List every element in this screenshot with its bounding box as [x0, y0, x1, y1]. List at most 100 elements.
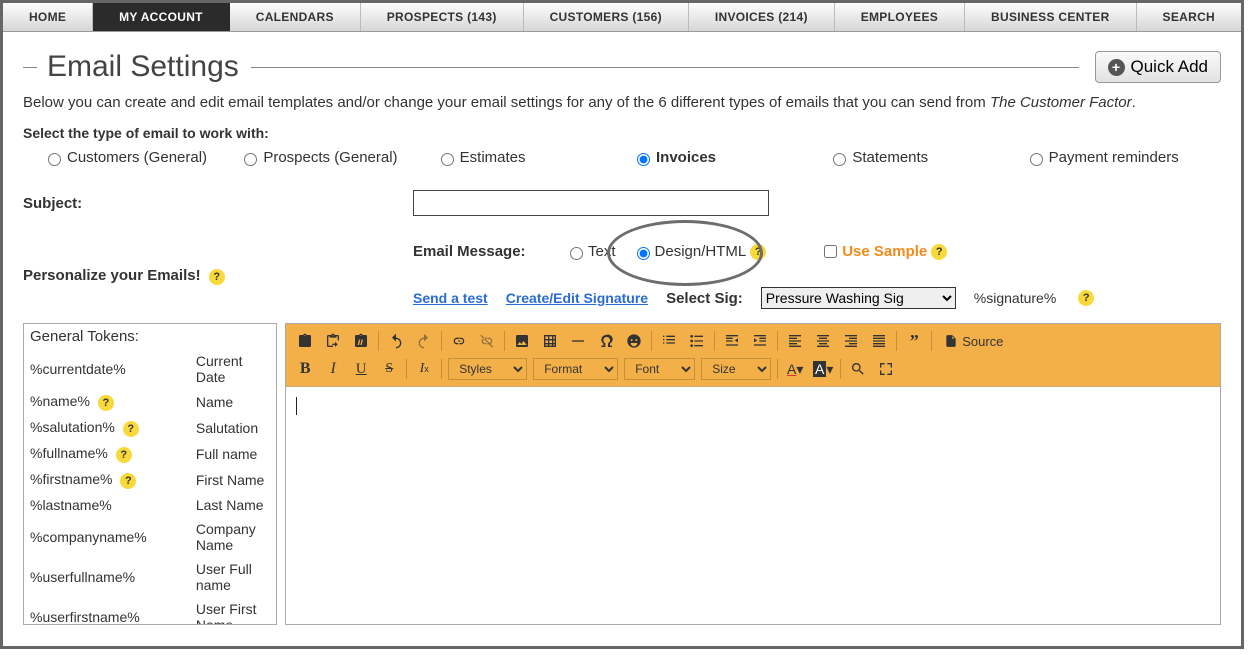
text-caret — [296, 397, 297, 415]
help-icon[interactable]: ? — [750, 244, 766, 260]
underline-button[interactable]: U — [350, 358, 372, 380]
nav-prospects[interactable]: PROSPECTS (143) — [361, 3, 524, 31]
token-desc: Company Name — [190, 517, 276, 557]
use-sample-checkbox[interactable]: Use Sample ? — [820, 242, 947, 261]
email-type-label: Select the type of email to work with: — [3, 125, 1241, 149]
help-icon[interactable]: ? — [209, 269, 225, 285]
paste-icon[interactable] — [294, 330, 316, 352]
indent-icon[interactable] — [749, 330, 771, 352]
align-right-icon[interactable] — [840, 330, 862, 352]
maximize-icon[interactable] — [875, 358, 897, 380]
send-test-link[interactable]: Send a test — [413, 290, 488, 306]
type-customers[interactable]: Customers (General) — [43, 149, 219, 166]
format-select[interactable]: Format — [533, 358, 618, 380]
format-text[interactable]: Text — [565, 243, 616, 260]
token-row[interactable]: %name% ?Name — [24, 389, 276, 415]
nav-calendars[interactable]: CALENDARS — [230, 3, 361, 31]
page-title: Email Settings — [47, 50, 239, 84]
nav-home[interactable]: HOME — [3, 3, 93, 31]
signature-select[interactable]: Pressure Washing Sig — [761, 287, 956, 309]
help-icon[interactable]: ? — [1078, 290, 1094, 306]
format-html[interactable]: Design/HTML ? — [632, 243, 767, 260]
token-key: %fullname% ? — [24, 441, 190, 467]
bg-color-icon[interactable]: A▾ — [812, 358, 834, 380]
type-reminders[interactable]: Payment reminders — [1025, 149, 1201, 166]
token-desc: User Full name — [190, 557, 276, 597]
find-icon[interactable] — [847, 358, 869, 380]
signature-row: Send a test Create/Edit Signature Select… — [413, 281, 1221, 309]
numbered-list-icon[interactable] — [658, 330, 680, 352]
unlink-icon[interactable] — [476, 330, 498, 352]
type-invoices[interactable]: Invoices — [632, 149, 808, 166]
token-key: %lastname% — [24, 493, 190, 517]
bullet-list-icon[interactable] — [686, 330, 708, 352]
help-icon[interactable]: ? — [98, 395, 114, 411]
quick-add-label: Quick Add — [1131, 57, 1209, 77]
token-row[interactable]: %userfullname%User Full name — [24, 557, 276, 597]
nav-employees[interactable]: EMPLOYEES — [835, 3, 965, 31]
remove-format-icon[interactable]: Ix — [413, 358, 435, 380]
token-row[interactable]: %lastname%Last Name — [24, 493, 276, 517]
type-prospects[interactable]: Prospects (General) — [239, 149, 415, 166]
size-select[interactable]: Size — [701, 358, 771, 380]
token-key: %salutation% ? — [24, 415, 190, 441]
tokens-panel[interactable]: General Tokens: %currentdate%Current Dat… — [23, 323, 277, 625]
align-left-icon[interactable] — [784, 330, 806, 352]
special-char-icon[interactable] — [595, 330, 617, 352]
italic-button[interactable]: I — [322, 358, 344, 380]
token-key: %companyname% — [24, 517, 190, 557]
table-icon[interactable] — [539, 330, 561, 352]
paste-word-icon[interactable] — [350, 330, 372, 352]
blockquote-icon[interactable]: ” — [903, 330, 925, 352]
token-desc: Salutation — [190, 415, 276, 441]
emoji-icon[interactable] — [623, 330, 645, 352]
paste-text-icon[interactable] — [322, 330, 344, 352]
text-color-icon[interactable]: A▾ — [784, 358, 806, 380]
undo-icon[interactable] — [385, 330, 407, 352]
horizontal-rule-icon[interactable] — [567, 330, 589, 352]
type-statements[interactable]: Statements — [828, 149, 1004, 166]
editor-content[interactable] — [286, 387, 1220, 624]
nav-customers[interactable]: CUSTOMERS (156) — [524, 3, 689, 31]
image-icon[interactable] — [511, 330, 533, 352]
type-estimates[interactable]: Estimates — [436, 149, 612, 166]
nav-search[interactable]: SEARCH — [1137, 3, 1241, 31]
token-row[interactable]: %salutation% ?Salutation — [24, 415, 276, 441]
help-icon[interactable]: ? — [123, 421, 139, 437]
styles-select[interactable]: Styles — [448, 358, 527, 380]
help-icon[interactable]: ? — [931, 244, 947, 260]
font-select[interactable]: Font — [624, 358, 695, 380]
personalize-label: Personalize your Emails! ? — [23, 267, 403, 285]
source-button[interactable]: Source — [938, 330, 1009, 352]
nav-invoices[interactable]: INVOICES (214) — [689, 3, 835, 31]
token-row[interactable]: %currentdate%Current Date — [24, 349, 276, 389]
strike-button[interactable]: S — [378, 358, 400, 380]
token-row[interactable]: %companyname%Company Name — [24, 517, 276, 557]
align-justify-icon[interactable] — [868, 330, 890, 352]
token-key: %name% ? — [24, 389, 190, 415]
edit-signature-link[interactable]: Create/Edit Signature — [506, 290, 648, 306]
redo-icon[interactable] — [413, 330, 435, 352]
align-center-icon[interactable] — [812, 330, 834, 352]
subject-input[interactable] — [413, 190, 769, 216]
top-nav: HOME MY ACCOUNT CALENDARS PROSPECTS (143… — [3, 3, 1241, 32]
help-icon[interactable]: ? — [116, 447, 132, 463]
help-icon[interactable]: ? — [120, 473, 136, 489]
quick-add-button[interactable]: + Quick Add — [1095, 51, 1222, 83]
plus-icon: + — [1108, 59, 1125, 76]
subject-label: Subject: — [23, 195, 403, 212]
bold-button[interactable]: B — [294, 358, 316, 380]
outdent-icon[interactable] — [721, 330, 743, 352]
link-icon[interactable] — [448, 330, 470, 352]
token-row[interactable]: %firstname% ?First Name — [24, 467, 276, 493]
page-header: Email Settings + Quick Add — [3, 32, 1241, 94]
nav-my-account[interactable]: MY ACCOUNT — [93, 3, 230, 31]
nav-business-center[interactable]: BUSINESS CENTER — [965, 3, 1136, 31]
intro-text: Below you can create and edit email temp… — [3, 94, 1241, 125]
header-rule-right — [251, 67, 1079, 68]
token-desc: User First Name — [190, 597, 276, 625]
signature-token: %signature% — [974, 290, 1057, 306]
token-row[interactable]: %fullname% ?Full name — [24, 441, 276, 467]
email-type-options: Customers (General) Prospects (General) … — [3, 149, 1241, 190]
token-row[interactable]: %userfirstname%User First Name — [24, 597, 276, 625]
